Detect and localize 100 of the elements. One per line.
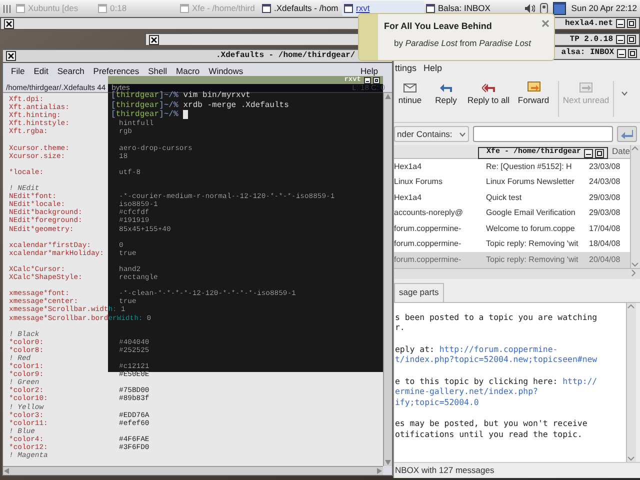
prompt-user: thirdgear [116,110,160,120]
body-text: es may be posted, but you won't receive [395,418,588,428]
command-text: xrdb -merge .Xdefaults [183,100,289,110]
menu-item[interactable]: Windows [208,64,244,78]
menu-item[interactable]: Edit [34,64,48,78]
minimize-button[interactable] [617,48,626,58]
scrollbar[interactable] [3,466,383,475]
menu-item[interactable]: Macro [176,64,200,78]
prompt-bracket: [ [111,100,116,110]
tab[interactable]: sage parts [394,282,444,302]
scrollbar[interactable] [630,145,640,268]
menu-item[interactable]: File [11,64,25,78]
down-arrow-icon [384,459,392,466]
window-icon [98,4,107,13]
prompt-bracket: ] [159,91,164,101]
prompt-path: ~/% [164,110,178,120]
prompt-path: ~/% [164,100,178,110]
minimize-button[interactable] [616,19,625,28]
prompt-bracket: ] [159,110,164,120]
scrollbar[interactable] [394,268,640,278]
window-icon [180,4,189,13]
link[interactable]: t/index.php?topic=52004.new;topicseen#new [395,354,598,364]
menu-item[interactable]: Shell [148,64,168,78]
message-row[interactable]: Linux Forums Linux Forums Newsletter 24/03/08 [394,174,630,190]
window-icon [16,4,25,13]
menu-item[interactable]: ttings [395,62,417,76]
body-text: r. [395,322,405,332]
window-title: TP 2.0.18 [570,34,613,46]
handle-icon [3,4,11,14]
tray-icon [540,3,548,14]
task-label: Xfe - /home/third [192,2,255,15]
window-icon [262,4,271,13]
window-title: alsa: INBOX [561,47,614,59]
menu-item[interactable]: Help [360,64,378,78]
prompt-bracket: ] [159,100,164,110]
toolbar-button[interactable]: Forward [511,81,556,105]
filter-dropdown[interactable]: nder Contains: [394,126,469,142]
prompt-user: thirdgear [116,91,160,101]
window-title: .Xdefaults - /home/thirdgear/ [216,50,356,62]
date-cell-text: 29/03/08 [589,192,622,204]
subject-cell-text: Linux Forums Newsletter [486,176,576,188]
toolbar-button[interactable]: Reply to all [466,81,511,105]
message-row[interactable]: forum.coppermine- Topic reply: Removing 'wit 20/04/08 [394,252,630,268]
close-button[interactable] [149,34,159,44]
prompt-bracket: [ [111,91,116,101]
taskbar-button[interactable]: Balsa: INBOX [424,1,506,16]
message-row[interactable]: Hex1a4 Re: [Question #5152]: H 23/03/08 [394,159,630,174]
date-cell-text: 20/04/08 [589,254,622,266]
window-icon [344,4,353,13]
filter-input[interactable] [473,126,613,142]
clock: Sun 20 Apr 22:12 [571,2,637,15]
minimize-button[interactable] [616,35,625,44]
close-button[interactable] [6,51,16,61]
sender-cell-text: Hex1a4 [394,192,423,204]
close-icon [542,20,549,27]
sender-cell-text: forum.coppermine- [394,238,462,250]
subject-cell-text: Topic reply: Removing 'wit [486,238,580,250]
subject-cell-text: Google Email Verification [486,207,576,220]
sender-cell-text: forum.coppermine- [394,222,462,235]
scrollbar[interactable] [383,93,392,466]
window-icon [426,4,435,13]
subject-cell-text: Quick test [486,192,523,204]
forward-icon [526,81,540,93]
message-row[interactable]: Hex1a4 Quick test 29/03/08 [394,190,630,206]
minimize-button[interactable] [584,148,593,158]
menu-item[interactable]: Search [57,64,84,78]
window-title: hexla4.net [564,18,613,30]
message-row[interactable]: accounts-noreply@ Google Email Verification 29/03/08 [394,206,630,221]
close-icon [151,36,157,42]
body-text: otifications until you read the topic. [395,429,582,440]
sender-cell-text: Linux Forums [394,176,444,188]
taskbar-button[interactable]: .Xdefaults - /hom [260,1,342,16]
left-arrow-icon [3,467,10,475]
prompt-path: ~/% [164,91,178,101]
caret-icon [459,132,466,136]
maximize-button[interactable] [595,148,604,158]
link[interactable]: ify;topic=52004.0 [395,397,479,407]
toolbar-button[interactable]: ntinue [394,81,426,105]
message-row[interactable]: forum.coppermine- Topic reply: Removing 'wit 18/04/08 [394,236,630,252]
next-icon [579,81,593,93]
scrollbar[interactable] [626,302,636,462]
message-row[interactable]: forum.coppermine- Welcome to forum.coppe 17/04/08 [394,221,630,236]
popup-strip [359,14,378,60]
task-label: Balsa: INBOX [438,2,490,15]
prompt-user: thirdgear [116,100,160,110]
menu-item[interactable]: Preferences [93,64,140,78]
minimize-button[interactable] [364,76,371,84]
close-button[interactable] [4,18,14,28]
subject-cell-text: Topic reply: Removing 'wit [486,254,580,266]
link[interactable]: http://forum.coppermine- [439,344,558,354]
link[interactable]: http:// [562,376,598,386]
toolbar-button[interactable]: Reply [426,81,466,105]
link[interactable]: ermine-gallery.net/index.php? [395,386,538,396]
prompt-bracket: [ [111,110,116,120]
date-cell-text: 29/03/08 [589,207,622,220]
menu-item[interactable]: Help [424,62,442,76]
search-button[interactable] [617,126,637,142]
reply-all-icon [482,81,496,93]
sender-cell-text: forum.coppermine- [394,254,462,266]
maximize-button[interactable] [373,76,380,84]
